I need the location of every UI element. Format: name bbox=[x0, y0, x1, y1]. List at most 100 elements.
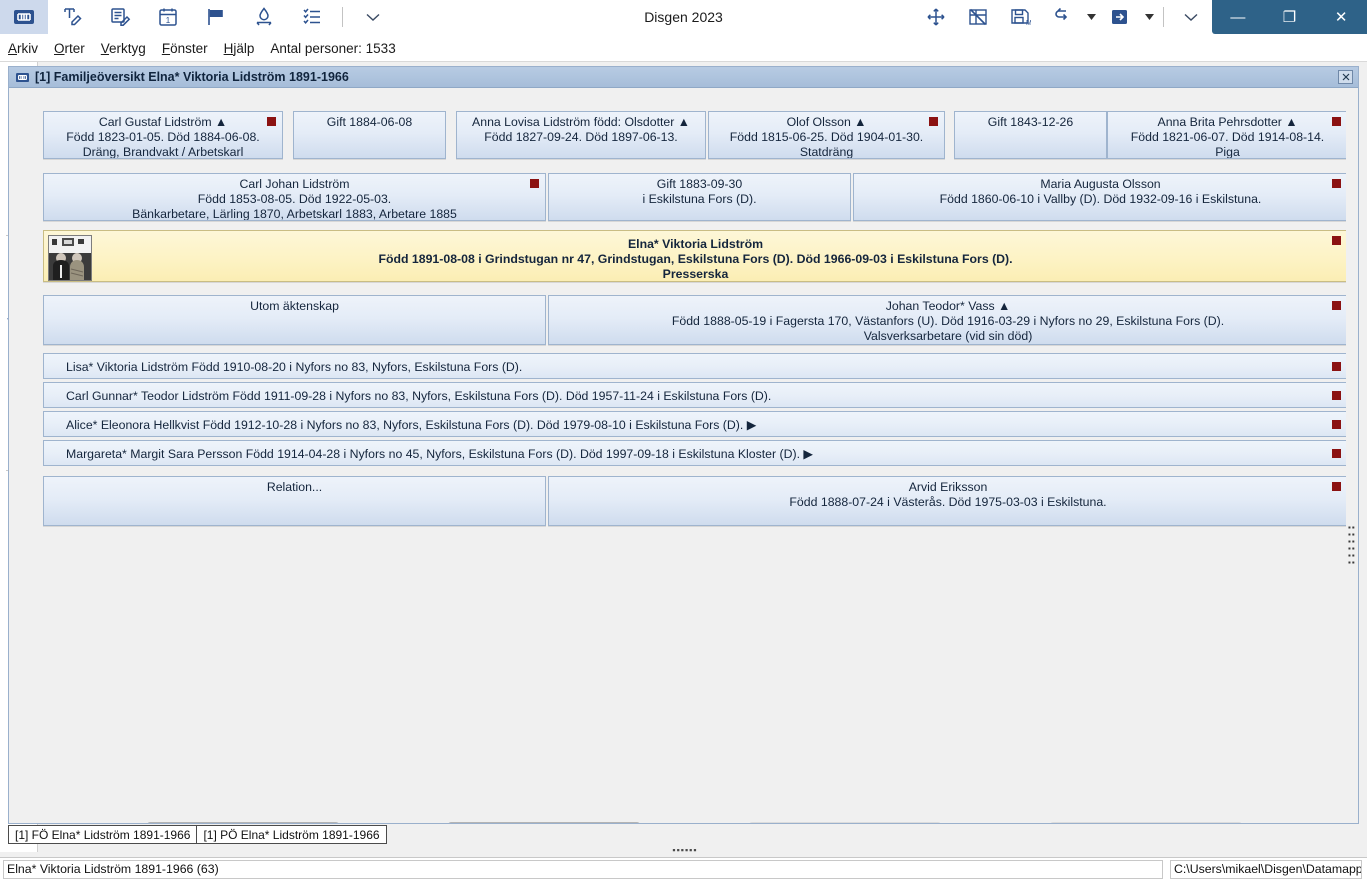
horizontal-resize-grip[interactable]: ▪▪▪▪▪▪ bbox=[660, 845, 710, 855]
move-icon[interactable] bbox=[915, 0, 957, 34]
child-row[interactable]: Carl Gunnar* Teodor Lidström Född 1911-0… bbox=[43, 382, 1348, 408]
edit-notes-icon[interactable] bbox=[96, 0, 144, 34]
box-line: Gift 1884-06-08 bbox=[326, 115, 413, 129]
son-button[interactable]: Son... bbox=[749, 822, 941, 823]
chevron-down-icon[interactable] bbox=[349, 0, 397, 34]
child-label: Carl Gunnar* Teodor Lidström Född 1911-0… bbox=[66, 389, 772, 403]
status-flag-icon bbox=[929, 117, 938, 126]
box-line: Carl Gustaf Lidström ▲ bbox=[98, 115, 228, 129]
main-person-box[interactable]: Elna* Viktoria Lidström Född 1891-08-08 … bbox=[43, 230, 1348, 282]
dotter-button[interactable]: Dotter... bbox=[1050, 822, 1242, 823]
flag-icon[interactable] bbox=[192, 0, 240, 34]
task-tabs: [1] FÖ Elna* Lidström 1891-1966 [1] PÖ E… bbox=[8, 825, 1359, 845]
calendar-icon[interactable]: 1 bbox=[144, 0, 192, 34]
status-person-label: Elna* Viktoria Lidström 1891-1966 (63) bbox=[3, 860, 1163, 879]
chevron-down-icon[interactable] bbox=[1083, 0, 1099, 34]
grandparent-box-maternal-mother[interactable]: Anna Brita Pehrsdotter ▲ Född 1821-06-07… bbox=[1107, 111, 1348, 159]
grandparent-marriage-paternal[interactable]: Gift 1884-06-08 bbox=[293, 111, 446, 159]
grandparent-box-paternal-mother[interactable]: Anna Lovisa Lidström född: Olsdotter ▲ F… bbox=[456, 111, 706, 159]
mdi-close-button[interactable] bbox=[1338, 70, 1353, 84]
relation-box-2[interactable]: Relation... bbox=[43, 476, 546, 526]
child-label: Alice* Eleonora Hellkvist Född 1912-10-2… bbox=[66, 418, 757, 432]
menu-fonster[interactable]: Fönster bbox=[154, 41, 216, 56]
menu-hjalp[interactable]: Hjälp bbox=[216, 41, 263, 56]
box-line: Född 1821-06-07. Död 1914-08-14. bbox=[1130, 130, 1325, 144]
box-line: Född 1815-06-25. Död 1904-01-30. bbox=[729, 130, 924, 144]
chevron-down-icon[interactable] bbox=[1141, 0, 1157, 34]
box-line: Anna Lovisa Lidström född: Olsdotter ▲ bbox=[472, 115, 690, 129]
export-icon[interactable] bbox=[1099, 0, 1141, 34]
box-line: Utom äktenskap bbox=[250, 299, 339, 313]
box-line: Dräng, Brandvakt / Arbetskarl bbox=[82, 145, 244, 159]
ribbon-icon-group: 1 bbox=[0, 0, 397, 34]
mdi-title-bar[interactable]: [1] Familjeöversikt Elna* Viktoria Lidst… bbox=[9, 67, 1358, 88]
child-row[interactable]: Lisa* Viktoria Lidström Född 1910-08-20 … bbox=[43, 353, 1348, 379]
minimize-icon: — bbox=[1230, 8, 1246, 26]
box-line: Anna Brita Pehrsdotter ▲ bbox=[1157, 115, 1298, 129]
status-datapath-label: C:\Users\mikael\Disgen\Datamapp bbox=[1170, 860, 1362, 879]
status-flag-icon bbox=[1332, 420, 1341, 429]
tab-personoversikt[interactable]: [1] PÖ Elna* Lidström 1891-1966 bbox=[196, 825, 387, 844]
child-row[interactable]: Margareta* Margit Sara Persson Född 1914… bbox=[43, 440, 1348, 466]
box-line: Piga bbox=[1215, 145, 1240, 159]
box-line: Född 1827-09-24. Död 1897-06-13. bbox=[484, 130, 678, 144]
child-row[interactable]: Alice* Eleonora Hellkvist Född 1912-10-2… bbox=[43, 411, 1348, 437]
box-line: Johan Teodor* Vass ▲ bbox=[885, 299, 1011, 313]
menu-verktyg[interactable]: Verktyg bbox=[93, 41, 154, 56]
status-flag-icon bbox=[1332, 236, 1341, 245]
menu-orter[interactable]: Orter bbox=[46, 41, 93, 56]
right-edge-strip bbox=[1361, 62, 1367, 852]
relation-box[interactable]: Utom äktenskap bbox=[43, 295, 546, 345]
maximize-button[interactable]: ❐ bbox=[1264, 0, 1316, 34]
menu-bar: Arkiv Orter Verktyg Fönster Hjälp Antal … bbox=[0, 36, 404, 60]
toolbar-divider bbox=[342, 7, 343, 27]
grandparent-box-maternal-father[interactable]: Olof Olsson ▲ Född 1815-06-25. Död 1904-… bbox=[708, 111, 945, 159]
save-m-icon[interactable]: M bbox=[999, 0, 1041, 34]
grandparent-box-paternal-father[interactable]: Carl Gustaf Lidström ▲ Född 1823-01-05. … bbox=[43, 111, 283, 159]
family-overview-window: [1] Familjeöversikt Elna* Viktoria Lidst… bbox=[8, 66, 1359, 824]
table-off-icon[interactable] bbox=[957, 0, 999, 34]
person-count-label: Antal personer: 1533 bbox=[270, 40, 396, 56]
checklist-icon[interactable] bbox=[288, 0, 336, 34]
box-line: Född 1853-08-05. Död 1922-05-03. bbox=[197, 192, 392, 206]
box-line: Född 1888-07-24 i Västerås. Död 1975-03-… bbox=[789, 495, 1107, 509]
parents-marriage-box[interactable]: Gift 1883-09-30 i Eskilstuna Fors (D). bbox=[548, 173, 851, 221]
status-flag-icon bbox=[267, 117, 276, 126]
status-flag-icon bbox=[1332, 117, 1341, 126]
chevron-down-icon[interactable] bbox=[1170, 0, 1212, 34]
status-bar: Elna* Viktoria Lidström 1891-1966 (63) C… bbox=[0, 857, 1367, 880]
box-line: Maria Augusta Olsson bbox=[1040, 177, 1161, 191]
tab-label: [1] PÖ Elna* Lidström 1891-1966 bbox=[203, 827, 380, 842]
partner-box[interactable]: Johan Teodor* Vass ▲ Född 1888-05-19 i F… bbox=[548, 295, 1348, 345]
partner-button[interactable]: Partner... bbox=[448, 822, 640, 823]
mother-box[interactable]: Maria Augusta Olsson Född 1860-06-10 i V… bbox=[853, 173, 1348, 221]
box-line: Född 1823-01-05. Död 1884-06-08. bbox=[66, 130, 260, 144]
grandparent-marriage-maternal[interactable]: Gift 1843-12-26 bbox=[954, 111, 1107, 159]
close-button[interactable]: ✕ bbox=[1315, 0, 1367, 34]
svg-text:1: 1 bbox=[166, 16, 171, 25]
partner-box-2[interactable]: Arvid Eriksson Född 1888-07-24 i Västerå… bbox=[548, 476, 1348, 526]
status-flag-icon bbox=[1332, 301, 1341, 310]
baptism-icon[interactable] bbox=[240, 0, 288, 34]
disgen-logo-icon[interactable] bbox=[0, 0, 48, 34]
box-line: Valsverksarbetare (vid sin död) bbox=[863, 329, 1033, 343]
status-flag-icon bbox=[1332, 362, 1341, 371]
minimize-button[interactable]: — bbox=[1212, 0, 1264, 34]
vertical-scrollbar[interactable]: ▪▪ ▪▪ ▪▪ ▪▪ ▪▪ ▪▪ bbox=[1346, 109, 1358, 823]
ribbon-right-icons: M bbox=[915, 0, 1212, 34]
relation-button[interactable]: Relation... bbox=[147, 822, 339, 823]
menu-arkiv[interactable]: Arkiv bbox=[0, 41, 46, 56]
svg-text:M: M bbox=[1026, 20, 1031, 27]
box-line: Gift 1883-09-30 bbox=[656, 177, 743, 191]
jump-icon[interactable] bbox=[1041, 0, 1083, 34]
close-icon: ✕ bbox=[1334, 8, 1348, 26]
scroll-grip[interactable]: ▪▪ ▪▪ ▪▪ ▪▪ ▪▪ ▪▪ bbox=[1348, 524, 1357, 584]
tab-familjeoversikt[interactable]: [1] FÖ Elna* Lidström 1891-1966 bbox=[8, 825, 198, 844]
person-photo-thumbnail[interactable] bbox=[48, 235, 92, 281]
status-flag-icon bbox=[530, 179, 539, 188]
father-box[interactable]: Carl Johan Lidström Född 1853-08-05. Död… bbox=[43, 173, 546, 221]
box-line: i Eskilstuna Fors (D). bbox=[642, 192, 757, 206]
edit-person-icon[interactable] bbox=[48, 0, 96, 34]
window-controls: — ❐ ✕ bbox=[1212, 0, 1367, 34]
box-line: Född 1860-06-10 i Vallby (D). Död 1932-0… bbox=[939, 192, 1262, 206]
